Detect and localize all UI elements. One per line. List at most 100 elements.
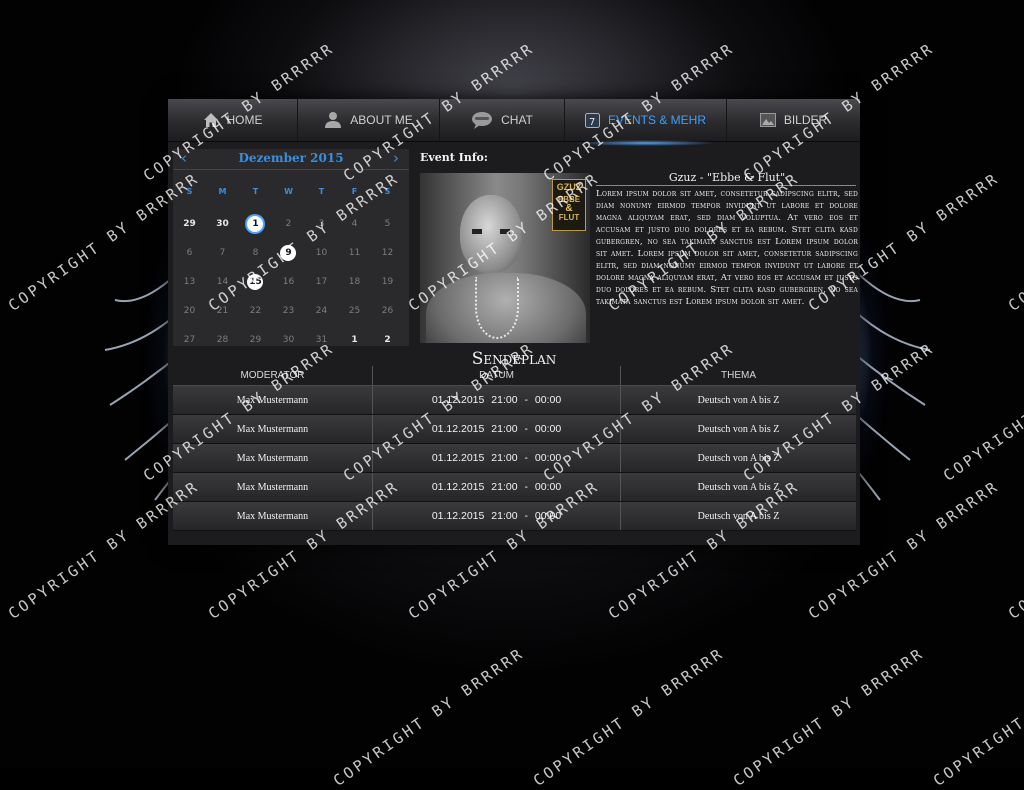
cell-datum: 01.12.2015 21:00 - 00:00 — [373, 444, 621, 472]
calendar-week-row: 13 14 15 16 17 18 19 — [173, 268, 409, 297]
nav-home-label: HOME — [226, 113, 263, 127]
calendar-day-number: 3 — [318, 219, 325, 229]
table-row: Max Mustermann 01.12.2015 21:00 - 00:00 De… — [173, 444, 856, 473]
cell-moderator: Max Mustermann — [173, 444, 373, 472]
calendar-icon: 7 — [584, 112, 600, 128]
nav-events-mehr[interactable]: 7 EVENTS & MEHR — [565, 99, 727, 146]
calendar-day[interactable]: 5 — [371, 210, 404, 239]
weekday-header: S M T W T F S — [173, 187, 409, 196]
calendar-day[interactable]: 7 — [206, 239, 239, 268]
calendar-week-row: 29 30 1 2 3 4 5 — [173, 210, 409, 239]
cell-moderator: Max Mustermann — [173, 502, 373, 530]
user-icon — [324, 111, 342, 129]
weekday-label: T — [318, 187, 325, 196]
event-title: Gzuz - "Ebbe & Flut" — [668, 171, 786, 184]
calendar-day-number: 24 — [315, 306, 328, 316]
calendar-day[interactable]: 30 — [206, 210, 239, 239]
calendar-day-number: 2 — [384, 335, 391, 345]
calendar-day-number: 8 — [252, 248, 259, 258]
calendar-day-number: 18 — [348, 277, 361, 287]
calendar-day-number: 26 — [381, 306, 394, 316]
nav-bilder-label: BILDER — [783, 113, 828, 127]
calendar-day[interactable]: 3 — [305, 210, 338, 239]
calendar-day[interactable]: 6 — [173, 239, 206, 268]
next-month-arrow[interactable]: › — [393, 149, 399, 167]
calendar-day-number: 19 — [381, 277, 394, 287]
calendar-day[interactable]: 8 — [239, 239, 272, 268]
cell-datum: 01.12.2015 21:00 - 00:00 — [373, 473, 621, 501]
nav-about-me[interactable]: ABOUT ME — [298, 99, 440, 141]
calendar-day[interactable]: 12 — [371, 239, 404, 268]
nav-about-me-label: ABOUT ME — [350, 113, 413, 127]
calendar-day[interactable]: 4 — [338, 210, 371, 239]
nav-chat[interactable]: CHAT — [440, 99, 565, 141]
calendar-day[interactable]: 1 — [239, 210, 272, 239]
calendar-day-number: 15 — [249, 277, 262, 287]
calendar-day[interactable]: 29 — [173, 210, 206, 239]
calendar-day[interactable]: 18 — [338, 268, 371, 297]
calendar-day-number: 14 — [216, 277, 229, 287]
calendar-days-grid: 29 30 1 2 3 4 5 6 7 8 9 10 11 12 13 14 15 16 17 18 19 20 21 22 2… — [173, 210, 409, 355]
calendar-day-number: 1 — [351, 335, 358, 345]
calendar-day[interactable]: 21 — [206, 297, 239, 326]
calendar-day-number: 30 — [282, 335, 295, 345]
calendar-day-number: 28 — [216, 335, 229, 345]
nav-bilder[interactable]: BILDER — [727, 99, 860, 141]
table-row: Max Mustermann 01.12.2015 21:00 - 00:00 De… — [173, 502, 856, 531]
calendar-day[interactable]: 14 — [206, 268, 239, 297]
column-header-moderator: MODERATOR — [173, 366, 373, 385]
event-artist-photo: GZUZ EBBE & FLUT — [420, 173, 590, 343]
calendar-day-number: 30 — [216, 219, 229, 229]
weekday-label: W — [284, 187, 293, 196]
calendar-day-number: 10 — [315, 248, 328, 258]
weekday-label: S — [384, 187, 391, 196]
calendar-day[interactable]: 9 — [272, 239, 305, 268]
column-header-datum: DATUM — [373, 366, 621, 385]
cell-datum: 01.12.2015 21:00 - 00:00 — [373, 502, 621, 530]
cell-thema: Deutsch von A bis Z — [621, 473, 856, 501]
top-navigation: HOME ABOUT ME CHAT 7 EVENTS & MEHR BILDE… — [168, 99, 860, 146]
calendar-day[interactable]: 19 — [371, 268, 404, 297]
table-row: Max Mustermann 01.12.2015 21:00 - 00:00 De… — [173, 473, 856, 502]
calendar-day[interactable]: 25 — [338, 297, 371, 326]
cell-thema: Deutsch von A bis Z — [621, 444, 856, 472]
calendar-day[interactable]: 15 — [239, 268, 272, 297]
calendar-day-number: 12 — [381, 248, 394, 258]
calendar-day[interactable]: 26 — [371, 297, 404, 326]
calendar-day[interactable]: 22 — [239, 297, 272, 326]
table-row: Max Mustermann 01.12.2015 21:00 - 00:00 De… — [173, 415, 856, 444]
weekday-label: F — [351, 187, 358, 196]
cell-moderator: Max Mustermann — [173, 415, 373, 443]
calendar-day[interactable]: 2 — [272, 210, 305, 239]
calendar-day[interactable]: 16 — [272, 268, 305, 297]
weekday-label: T — [252, 187, 259, 196]
schedule-body: Max Mustermann 01.12.2015 21:00 - 00:00 De… — [173, 386, 856, 531]
calendar-day-number: 29 — [183, 219, 196, 229]
calendar-header: ‹ Dezember 2015 › — [173, 149, 409, 170]
calendar-week-row: 6 7 8 9 10 11 12 — [173, 239, 409, 268]
calendar-day-number: 2 — [285, 219, 292, 229]
event-title-divider — [596, 185, 856, 186]
calendar-day-number: 7 — [219, 248, 226, 258]
calendar-day-number: 27 — [183, 335, 196, 345]
calendar-day-number: 31 — [315, 335, 328, 345]
calendar-month-title: Dezember 2015 — [238, 151, 344, 165]
calendar-day[interactable]: 20 — [173, 297, 206, 326]
calendar-day[interactable]: 13 — [173, 268, 206, 297]
calendar-day[interactable]: 24 — [305, 297, 338, 326]
calendar-day[interactable]: 17 — [305, 268, 338, 297]
calendar-day[interactable]: 23 — [272, 297, 305, 326]
cell-datum: 01.12.2015 21:00 - 00:00 — [373, 415, 621, 443]
event-description: Lorem ipsum dolor sit amet, consetetur s… — [596, 189, 858, 307]
calendar-day-number: 16 — [282, 277, 295, 287]
nav-home[interactable]: HOME — [168, 99, 298, 141]
weekday-label: S — [186, 187, 193, 196]
calendar-day-number: 6 — [186, 248, 193, 258]
nav-chat-label: CHAT — [501, 113, 533, 127]
event-info: Event Info: GZUZ EBBE & FLUT Gzuz - "Ebb… — [418, 149, 858, 346]
calendar-day[interactable]: 11 — [338, 239, 371, 268]
svg-text:7: 7 — [589, 117, 595, 128]
calendar-day-number: 17 — [315, 277, 328, 287]
calendar-day[interactable]: 10 — [305, 239, 338, 268]
calendar-day-number: 22 — [249, 306, 262, 316]
